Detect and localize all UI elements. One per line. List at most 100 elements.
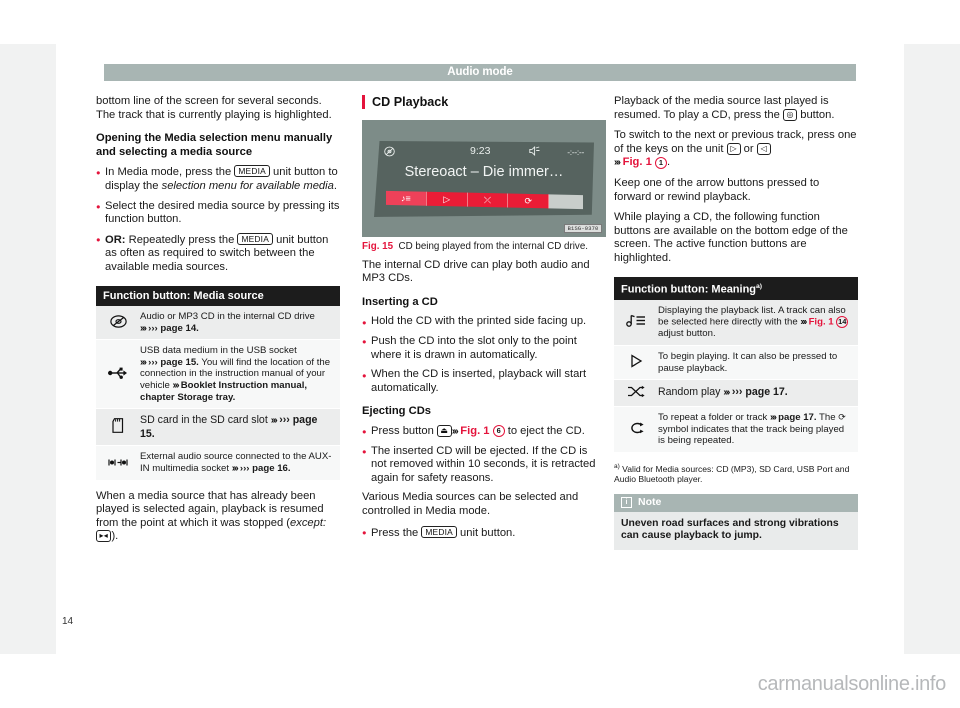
note-box-title: Note (638, 496, 662, 509)
press-media-bullet-list: Press the MEDIA unit button. (362, 525, 606, 541)
left-column: bottom line of the screen for several se… (96, 95, 340, 551)
mute-speaker-icon (529, 145, 540, 159)
callout-number: 1 (654, 156, 667, 169)
function-buttons-paragraph: While playing a CD, the following functi… (614, 211, 848, 264)
screen-status-bar: 9:23 -:--:-- (384, 145, 586, 159)
list-item: Hold the CD with the printed side facing… (362, 315, 606, 330)
footnote-marker: a) (756, 282, 763, 290)
note-box-header: i Note (614, 493, 858, 512)
function-button-table-header: Function button: Meaninga) (614, 276, 858, 300)
section-header-title: Audio mode (447, 66, 513, 78)
playback-list-icon (614, 309, 658, 335)
figure-caption: Fig. 15 CD being played from the interna… (362, 241, 588, 252)
heading-inserting-cd: Inserting a CD (362, 295, 438, 308)
table-footnote: a) Valid for Media sources: CD (MP3), SD… (614, 462, 850, 485)
playback-list-button[interactable]: ♪≡ (386, 190, 427, 206)
play-button[interactable]: ▷ (426, 191, 468, 207)
heading-ejecting-cds: Ejecting CDs (362, 405, 432, 418)
screen-function-button-bar: ♪≡ ▷ ⤫ ⟳ (386, 190, 584, 210)
cd-disc-icon (384, 146, 395, 159)
play-icon (614, 349, 658, 376)
figure-image: 9:23 -:--:-- Stereoact – Die immer… ♪≡ ▷… (362, 120, 606, 237)
table-row: Audio or MP3 CD in the internal CD drive… (96, 306, 340, 341)
table-cell-text: Displaying the playback list. A track ca… (658, 304, 849, 340)
table-row: To repeat a folder or track ››› page 17.… (614, 407, 858, 453)
info-icon: i (621, 497, 632, 509)
table-cell-text: To begin playing. It can also be pressed… (658, 350, 838, 374)
table-row: Random play ››› ››› page 17. (614, 380, 858, 408)
table-cell-text: Audio or MP3 CD in the internal CD drive… (140, 311, 315, 334)
table-row: SD card in the SD card slot ››› ››› page… (96, 409, 340, 447)
manual-page: Audio mode bottom line of the screen for… (0, 0, 960, 708)
table-row: Displaying the playback list. A track ca… (614, 299, 858, 346)
figure-15: 9:23 -:--:-- Stereoact – Die immer… ♪≡ ▷… (362, 120, 606, 253)
playback-resume-paragraph: Playback of the media source last played… (614, 95, 835, 121)
screen-clock: 9:23 (470, 145, 491, 157)
section-header-bar: Audio mode (104, 64, 856, 81)
right-column: Playback of the media source last played… (614, 95, 858, 551)
various-sources-paragraph: Various Media sources can be selected an… (362, 491, 579, 517)
next-track-keycap[interactable]: ▷ (726, 142, 741, 155)
rewind-keycap[interactable]: ▸◂ (96, 530, 112, 543)
table-cell-text: To repeat a folder or track ››› page 17.… (658, 412, 846, 447)
arrow-hold-paragraph: Keep one of the arrow buttons pressed to… (614, 176, 820, 203)
table-cell-text: SD card in the SD card slot ››› ››› page… (140, 414, 318, 440)
bullet-or-repeat: OR: Repeatedly press the MEDIA unit butt… (96, 232, 340, 275)
middle-column: CD Playback 9:23 -:--:-- Stereoact – Die… (362, 95, 606, 546)
list-item: Push the CD into the slot only to the po… (362, 334, 606, 362)
inactive-segment (549, 194, 584, 210)
cd-intro-paragraph: The internal CD drive can play both audi… (362, 258, 590, 285)
figure-reference[interactable]: Fig. 1 (623, 156, 652, 168)
callout-number: 6 (492, 425, 505, 438)
figure-label: Fig. 15 (362, 241, 394, 252)
callout-number: 14 (836, 316, 849, 329)
repeat-icon (614, 416, 658, 443)
page-columns: bottom line of the screen for several se… (96, 95, 864, 635)
cd-button-keycap[interactable]: ◎ (782, 108, 798, 121)
radio-screen: 9:23 -:--:-- Stereoact – Die immer… ♪≡ ▷… (374, 141, 594, 217)
media-keycap[interactable]: MEDIA (234, 165, 270, 178)
section-title-cd-playback: CD Playback (362, 95, 606, 109)
bullet-media-mode: In Media mode, press the MEDIA unit butt… (96, 165, 340, 193)
table-cell-text: Random play ››› ››› page 17. (658, 386, 788, 399)
bullet-select-source: Select the desired media source by press… (96, 199, 340, 227)
table-row: To begin playing. It can also be pressed… (614, 345, 858, 381)
resume-paragraph: When a media source that has already bee… (96, 489, 327, 543)
bullet-press-media: Press the MEDIA unit button. (362, 525, 606, 541)
ejecting-cd-bullets: Press button ⏏››› Fig. 1 6 to eject the … (362, 424, 606, 486)
bullet-press-eject: Press button ⏏››› Fig. 1 6 to eject the … (362, 424, 606, 439)
eject-keycap[interactable]: ⏏ (436, 424, 452, 437)
figure-reference[interactable]: Fig. 1 (460, 425, 489, 437)
list-item: The inserted CD will be ejected. If the … (362, 444, 606, 486)
continued-paragraph: bottom line of the screen for several se… (96, 95, 332, 121)
screen-track-title: Stereoact – Die immer… (404, 164, 564, 180)
left-heading: Opening the Media selection menu manuall… (96, 132, 333, 158)
aux-in-icon (96, 450, 140, 476)
page-number: 14 (62, 616, 74, 627)
random-play-button[interactable]: ⤫ (467, 192, 509, 208)
usb-icon (96, 361, 140, 387)
media-keycap-3[interactable]: MEDIA (421, 525, 457, 538)
list-item: When the CD is inserted, playback will s… (362, 368, 606, 395)
function-button-meaning-table: Function button: Meaninga) Displaying th… (614, 276, 858, 453)
media-selection-bullets: In Media mode, press the MEDIA unit butt… (96, 165, 340, 274)
random-play-icon (614, 380, 658, 406)
table-cell-text: External audio source connected to the A… (140, 451, 332, 474)
repeat-button[interactable]: ⟳ (508, 193, 550, 209)
media-source-table-header: Function button: Media source (96, 285, 340, 307)
note-box: i Note Uneven road surfaces and strong v… (614, 493, 858, 551)
screen-elapsed-time: -:--:-- (567, 147, 584, 157)
inserting-cd-bullets: Hold the CD with the printed side facing… (362, 315, 606, 395)
media-source-table: Function button: Media source Audio or M… (96, 285, 340, 481)
track-switch-paragraph: To switch to the next or previous track,… (614, 129, 857, 169)
media-keycap-2[interactable]: MEDIA (237, 232, 273, 245)
watermark: carmanualsonline.info (757, 673, 947, 695)
cd-disc-icon (96, 310, 140, 336)
table-cell-text: USB data medium in the USB socket ››› ›››… (140, 345, 331, 403)
figure-image-id: B1SG-0370 (564, 224, 602, 233)
note-box-body: Uneven road surfaces and strong vibratio… (614, 511, 858, 551)
figure-reference[interactable]: Fig. 1 (809, 317, 834, 328)
table-row: USB data medium in the USB socket ››› ›››… (96, 340, 340, 410)
sd-card-icon (96, 413, 140, 441)
previous-track-keycap[interactable]: ◁ (756, 142, 771, 155)
